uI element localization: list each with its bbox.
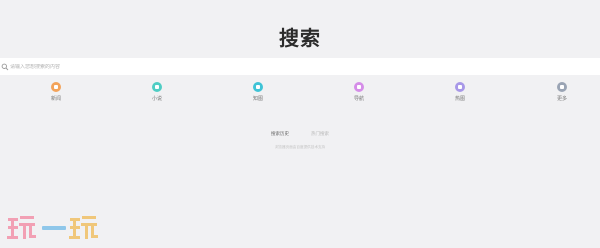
picture-icon: [455, 82, 465, 92]
page-title: 搜索: [279, 26, 321, 50]
category-label: 更多: [556, 96, 567, 102]
image-icon: [253, 82, 263, 92]
category-label: 知图: [252, 96, 263, 102]
category-news[interactable]: 新闻: [41, 82, 71, 102]
category-label: 新闻: [50, 96, 61, 102]
category-image[interactable]: 知图: [243, 82, 273, 102]
search-bar[interactable]: [0, 58, 600, 75]
news-icon: [51, 82, 61, 92]
tab-search-history[interactable]: 搜索历史: [271, 131, 289, 137]
search-input[interactable]: [10, 63, 570, 70]
watermark-logo: [6, 210, 102, 244]
compass-icon: [354, 82, 364, 92]
category-label: 热图: [454, 96, 465, 102]
footer-text: 浏览器页面由百度提供技术支持: [274, 145, 326, 149]
tab-hot-search[interactable]: 热门搜索: [311, 131, 329, 137]
category-nav[interactable]: 导航: [344, 82, 374, 102]
more-icon: [557, 82, 567, 92]
category-bar: 新闻 小说 知图 导航 热图 更多: [0, 82, 600, 106]
category-label: 导航: [353, 96, 364, 102]
category-hotpic[interactable]: 热图: [445, 82, 475, 102]
search-icon[interactable]: [0, 62, 10, 72]
category-label: 小说: [151, 96, 162, 102]
book-icon: [152, 82, 162, 92]
category-novel[interactable]: 小说: [142, 82, 172, 102]
category-more[interactable]: 更多: [547, 82, 577, 102]
history-tabs: 搜索历史 热门搜索: [0, 131, 600, 137]
